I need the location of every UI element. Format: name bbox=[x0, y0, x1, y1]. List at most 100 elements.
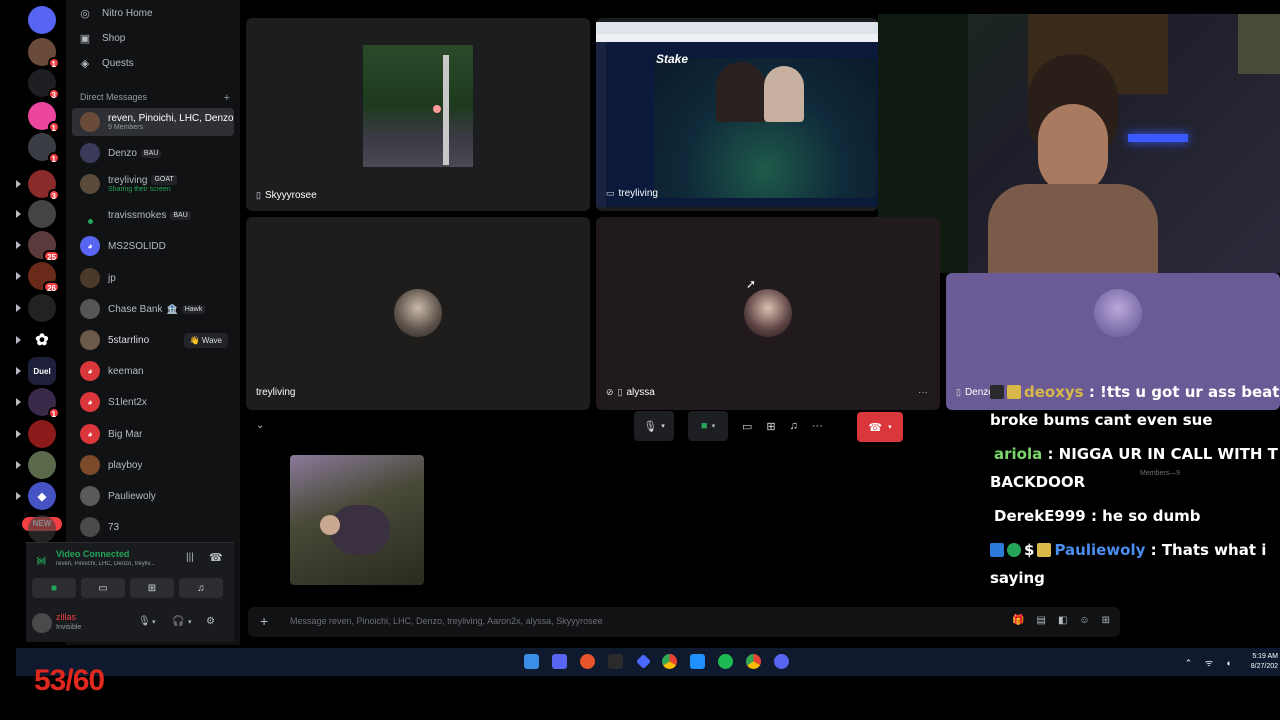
dm-item[interactable]: treyliving GOAT Sharing their screen bbox=[72, 170, 234, 198]
app-icon[interactable] bbox=[552, 654, 567, 669]
app-icon[interactable] bbox=[636, 654, 651, 669]
dm-item[interactable]: ◕ MS2SOLIDD bbox=[72, 232, 234, 260]
gif-icon[interactable]: ▤ bbox=[1036, 615, 1045, 626]
sticker-icon[interactable]: ◧ bbox=[1058, 615, 1067, 626]
app-icon[interactable] bbox=[580, 654, 595, 669]
spotify-icon[interactable] bbox=[718, 654, 733, 669]
headphones-icon[interactable]: 🎧 bbox=[172, 616, 184, 627]
avatar[interactable] bbox=[32, 613, 52, 633]
chrome-icon[interactable] bbox=[662, 654, 677, 669]
server-icon[interactable]: 26 bbox=[28, 262, 60, 293]
screen-share-feed: Stake bbox=[596, 22, 878, 207]
server-icon[interactable]: ◆ bbox=[28, 482, 56, 510]
message-input-bar[interactable]: + Message reven, Pinoichi, LHC, Denzo, t… bbox=[248, 607, 1120, 637]
dm-name: Chase Bank bbox=[108, 303, 163, 315]
server-icon[interactable]: 1 bbox=[28, 102, 60, 133]
server-icon[interactable] bbox=[28, 420, 56, 448]
phone-icon: ▯ bbox=[956, 387, 961, 397]
screen-share-icon[interactable]: ▭ bbox=[742, 420, 752, 433]
dm-item[interactable]: 5starrlino 👋 Wave bbox=[72, 326, 234, 354]
activities-button[interactable]: ⊞ bbox=[130, 578, 174, 598]
soundboard-button[interactable]: ♫ bbox=[179, 578, 223, 598]
hangup-button[interactable]: ☎ ▾ bbox=[857, 412, 903, 442]
screen-share-button[interactable]: ▭ bbox=[81, 578, 125, 598]
activities-icon: ⊞ bbox=[147, 582, 157, 594]
chevron-down-icon[interactable]: ⌄ bbox=[256, 420, 264, 431]
folder-arrow-icon bbox=[16, 272, 21, 280]
dm-item[interactable]: Pauliewoly bbox=[72, 482, 234, 510]
chevron-down-icon[interactable]: ▾ bbox=[152, 618, 156, 626]
dm-item[interactable]: Denzo BAU bbox=[72, 139, 234, 167]
mic-icon[interactable]: 🎙 bbox=[138, 616, 151, 627]
server-icon[interactable]: 1 bbox=[28, 388, 60, 419]
dm-item[interactable]: 73 bbox=[72, 513, 234, 541]
voice-status: Video Connected bbox=[56, 549, 130, 559]
dm-item[interactable]: ◕ keeman bbox=[72, 357, 234, 385]
message-input-placeholder: Message reven, Pinoichi, LHC, Denzo, tre… bbox=[290, 616, 603, 626]
more-options-icon[interactable]: ··· bbox=[918, 387, 928, 398]
chevron-down-icon[interactable]: ▾ bbox=[188, 618, 192, 626]
camera-button[interactable]: ■ bbox=[32, 578, 76, 598]
discord-icon[interactable] bbox=[774, 654, 789, 669]
activities-icon[interactable]: ⊞ bbox=[766, 420, 775, 433]
folder-arrow-icon bbox=[16, 336, 21, 344]
nav-nitro-home[interactable]: ◎ Nitro Home bbox=[78, 3, 152, 23]
avatar bbox=[744, 289, 792, 337]
crown-badge-icon bbox=[1007, 385, 1021, 399]
more-icon[interactable]: ··· bbox=[812, 420, 823, 432]
video-tile-treyliving[interactable]: treyliving bbox=[246, 217, 590, 410]
dm-item[interactable]: ◕ S1lent2x bbox=[72, 388, 234, 416]
video-tile-skyyyrosee[interactable]: ▯ Skyyyrosee bbox=[246, 18, 590, 211]
server-icon[interactable]: 1 bbox=[28, 133, 60, 164]
server-icon[interactable]: 1 bbox=[28, 38, 60, 69]
emoji-icon[interactable]: ☺ bbox=[1079, 615, 1089, 626]
gear-icon[interactable]: ⚙ bbox=[206, 616, 215, 627]
server-icon[interactable]: 3 bbox=[28, 69, 60, 100]
server-duel[interactable]: Duel bbox=[28, 357, 56, 385]
avatar bbox=[394, 289, 442, 337]
camera-button[interactable]: ■ ▾ bbox=[688, 411, 728, 441]
chat-text: : he so dumb bbox=[1085, 507, 1201, 525]
server-icon[interactable]: 25 bbox=[28, 231, 60, 262]
dm-item[interactable]: Chase Bank 🏦 Hawk bbox=[72, 295, 234, 323]
chat-message: DerekE999 : he so dumb bbox=[990, 502, 1280, 530]
nav-quests[interactable]: ◈ Quests bbox=[78, 53, 134, 73]
nav-shop[interactable]: ▣ Shop bbox=[78, 28, 126, 48]
chat-username: ariola bbox=[994, 445, 1043, 463]
apps-icon[interactable]: ⊞ bbox=[1102, 615, 1110, 626]
server-icon[interactable] bbox=[28, 451, 56, 479]
server-icon[interactable] bbox=[28, 6, 56, 34]
message-tools: 🎁 ▤ ◧ ☺ ⊞ bbox=[1012, 615, 1110, 626]
dm-item-group[interactable]: reven, Pinoichi, LHC, Denzo... 9 Members bbox=[72, 108, 234, 136]
video-tile-alyssa[interactable]: ➚ ⊘ ▯ alyssa ··· bbox=[596, 217, 940, 410]
server-icon[interactable] bbox=[28, 515, 56, 543]
mic-button[interactable]: 🎙 ▾ bbox=[634, 411, 674, 441]
wave-button[interactable]: 👋 Wave bbox=[183, 332, 228, 348]
notification-badge: 1 bbox=[47, 57, 60, 69]
app-icon[interactable] bbox=[608, 654, 623, 669]
dm-name: reven, Pinoichi, LHC, Denzo... bbox=[108, 112, 234, 124]
disconnect-icon[interactable]: ☎ bbox=[209, 551, 223, 564]
video-tile-treyliving-screen[interactable]: Stake ▭ treyliving bbox=[596, 18, 878, 211]
server-icon[interactable]: 3 bbox=[28, 170, 60, 201]
add-attachment-icon[interactable]: + bbox=[260, 613, 268, 629]
dm-item[interactable]: ◕ Big Mar bbox=[72, 420, 234, 448]
chrome-icon[interactable] bbox=[746, 654, 761, 669]
server-icon[interactable] bbox=[28, 200, 56, 228]
avatar bbox=[80, 268, 100, 288]
system-tray[interactable]: ⌃ ᯤ ◖ bbox=[1185, 656, 1236, 669]
chat-image-attachment[interactable] bbox=[290, 455, 424, 585]
dm-item[interactable]: travissmokes BAU bbox=[72, 201, 234, 229]
server-icon[interactable]: ✿ bbox=[28, 326, 56, 354]
app-icon[interactable] bbox=[690, 654, 705, 669]
folder-arrow-icon bbox=[16, 241, 21, 249]
noise-suppression-icon[interactable]: ||| bbox=[186, 552, 194, 563]
dm-item[interactable]: jp bbox=[72, 264, 234, 292]
user-status: Invisible bbox=[56, 624, 82, 631]
add-dm-button[interactable]: + bbox=[224, 92, 230, 104]
gift-icon[interactable]: 🎁 bbox=[1012, 615, 1024, 626]
dm-item[interactable]: playboy bbox=[72, 451, 234, 479]
server-icon[interactable] bbox=[28, 294, 56, 322]
soundboard-icon[interactable]: ♫ bbox=[790, 420, 798, 432]
windows-start-icon[interactable] bbox=[524, 654, 539, 669]
